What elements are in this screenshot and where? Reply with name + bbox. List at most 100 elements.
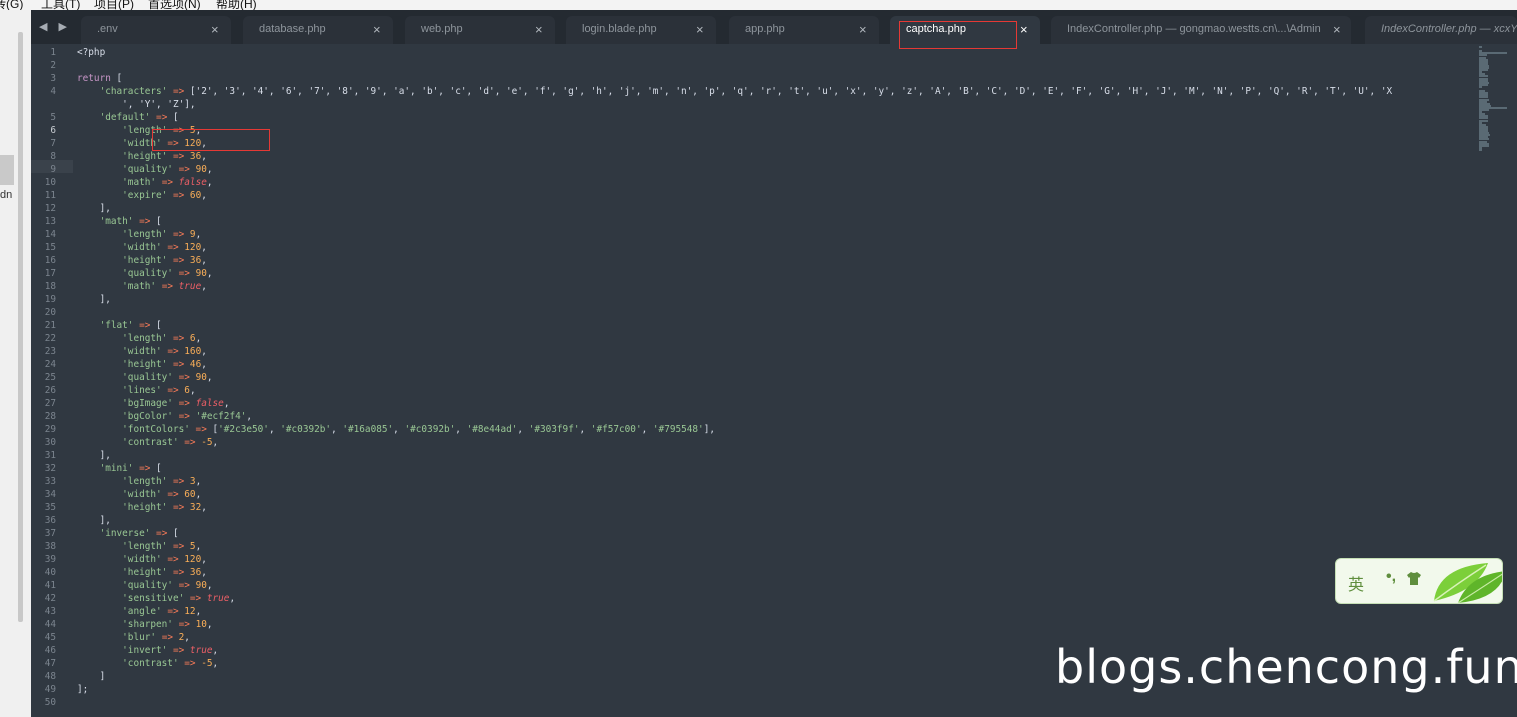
code-line[interactable]: 29 'fontColors' => ['#2c3e50', '#c0392b'… — [31, 423, 1481, 436]
close-icon[interactable]: × — [859, 22, 867, 37]
code-line[interactable]: 25 'quality' => 90, — [31, 371, 1481, 384]
code-line[interactable]: 38 'length' => 5, — [31, 540, 1481, 553]
code-token-num: 90 — [195, 580, 207, 591]
code-text: 'blur' => 2, — [77, 631, 190, 644]
code-token-num: 90 — [195, 268, 207, 279]
menu-item-preferences[interactable]: 首选项(N) — [148, 0, 201, 10]
tab-app[interactable]: app.php × — [729, 16, 879, 44]
code-token-op: => — [167, 606, 179, 617]
close-icon[interactable]: × — [373, 22, 381, 37]
code-line[interactable]: 30 'contrast' => -5, — [31, 436, 1481, 449]
close-icon[interactable]: × — [1333, 22, 1341, 37]
code-line[interactable]: 22 'length' => 6, — [31, 332, 1481, 345]
code-line[interactable]: 15 'width' => 120, — [31, 241, 1481, 254]
code-token-op: => — [172, 190, 185, 201]
code-line[interactable]: 18 'math' => true, — [31, 280, 1481, 293]
ime-toolbar[interactable]: 英 •, — [1335, 558, 1503, 604]
code-line[interactable]: 12 ], — [31, 202, 1481, 215]
line-number: 30 — [44, 437, 56, 448]
code-line[interactable]: 20 — [31, 306, 1481, 319]
code-line[interactable]: 32 'mini' => [ — [31, 462, 1481, 475]
menu-item-tools[interactable]: 工具(T) — [41, 0, 80, 10]
tab-login-blade[interactable]: login.blade.php × — [566, 16, 716, 44]
ime-language-toggle[interactable]: 英 — [1348, 571, 1364, 595]
shirt-icon[interactable] — [1406, 570, 1422, 591]
line-number: 44 — [44, 619, 56, 630]
line-number: 1 — [50, 47, 56, 58]
menu-item-project[interactable]: 项目(P) — [94, 0, 134, 10]
side-panel-scrollbar[interactable] — [18, 32, 23, 622]
code-text: 'height' => 32, — [77, 501, 207, 514]
code-line[interactable]: 36 ], — [31, 514, 1481, 527]
code-line[interactable]: ', 'Y', 'Z'], — [31, 98, 1481, 111]
code-token-plain: [ — [150, 216, 162, 227]
tab-database[interactable]: database.php × — [243, 16, 393, 44]
code-token-plain: , — [206, 268, 213, 279]
code-line[interactable]: 13 'math' => [ — [31, 215, 1481, 228]
code-line[interactable]: 23 'width' => 160, — [31, 345, 1481, 358]
tab-env[interactable]: .env × — [81, 16, 231, 44]
code-token-plain: , — [268, 424, 281, 435]
code-line[interactable]: 19 ], — [31, 293, 1481, 306]
code-line[interactable]: 3 return [ — [31, 72, 1481, 85]
line-number: 50 — [44, 697, 56, 708]
code-line[interactable]: 35 'height' => 32, — [31, 501, 1481, 514]
code-token-plain: [ — [167, 112, 179, 123]
side-panel-selection[interactable] — [0, 155, 14, 185]
code-line[interactable]: 14 'length' => 9, — [31, 228, 1481, 241]
minimap[interactable] — [1479, 46, 1509, 156]
tab-web[interactable]: web.php × — [405, 16, 555, 44]
code-token-op: => — [139, 463, 151, 474]
code-line[interactable]: 28 'bgColor' => '#ecf2f4', — [31, 410, 1481, 423]
code-line[interactable]: 1 <?php — [31, 46, 1481, 59]
code-line[interactable]: 4 'characters' => ['2', '3', '4', '6', '… — [31, 85, 1481, 98]
code-line[interactable]: 43 'angle' => 12, — [31, 605, 1481, 618]
close-icon[interactable]: × — [696, 22, 704, 37]
code-token-op: => — [172, 86, 185, 97]
code-line[interactable]: 33 'length' => 3, — [31, 475, 1481, 488]
code-line[interactable]: 21 'flat' => [ — [31, 319, 1481, 332]
code-token-op: => — [167, 385, 179, 396]
code-line[interactable]: 17 'quality' => 90, — [31, 267, 1481, 280]
code-token-op: => — [167, 489, 179, 500]
code-line[interactable]: 41 'quality' => 90, — [31, 579, 1481, 592]
tab-nav-arrows-icon[interactable]: ◀ ▶ — [39, 20, 71, 33]
code-line[interactable]: 2 — [31, 59, 1481, 72]
close-icon[interactable]: × — [535, 22, 543, 37]
code-line[interactable]: 40 'height' => 36, — [31, 566, 1481, 579]
line-number: 8 — [50, 151, 56, 162]
code-line[interactable]: 11 'expire' => 60, — [31, 189, 1481, 202]
close-icon[interactable]: × — [211, 22, 219, 37]
code-line[interactable]: 39 'width' => 120, — [31, 553, 1481, 566]
code-token-plain: , — [212, 658, 219, 669]
tab-index-controller-xcx[interactable]: IndexController.php — xcxYU — [1365, 16, 1517, 44]
tab-label: IndexController.php — xcxYU — [1381, 23, 1517, 35]
code-line[interactable]: 42 'sensitive' => true, — [31, 592, 1481, 605]
highlight-box-active-tab — [899, 21, 1017, 49]
code-line[interactable]: 37 'inverse' => [ — [31, 527, 1481, 540]
ime-punctuation-toggle[interactable]: •, — [1386, 568, 1396, 586]
code-line[interactable]: 8 'height' => 36, — [31, 150, 1481, 163]
code-line[interactable]: 9 'quality' => 90, — [31, 163, 1481, 176]
code-line[interactable]: 5 'default' => [ — [31, 111, 1481, 124]
code-line[interactable]: 31 ], — [31, 449, 1481, 462]
tab-index-controller-admin[interactable]: IndexController.php — gongmao.westts.cn\… — [1051, 16, 1351, 44]
tab-label: login.blade.php — [582, 23, 657, 35]
menu-item-goto[interactable]: 转(G) — [0, 0, 23, 10]
code-line[interactable]: 10 'math' => false, — [31, 176, 1481, 189]
code-line[interactable]: 24 'height' => 46, — [31, 358, 1481, 371]
code-line[interactable]: 27 'bgImage' => false, — [31, 397, 1481, 410]
code-line[interactable]: 50 — [31, 696, 1481, 709]
close-icon[interactable]: × — [1020, 22, 1028, 37]
menu-item-help[interactable]: 帮助(H) — [216, 0, 257, 10]
code-line[interactable]: 44 'sharpen' => 10, — [31, 618, 1481, 631]
code-line[interactable]: 16 'height' => 36, — [31, 254, 1481, 267]
code-line[interactable]: 34 'width' => 60, — [31, 488, 1481, 501]
code-line[interactable]: 26 'lines' => 6, — [31, 384, 1481, 397]
